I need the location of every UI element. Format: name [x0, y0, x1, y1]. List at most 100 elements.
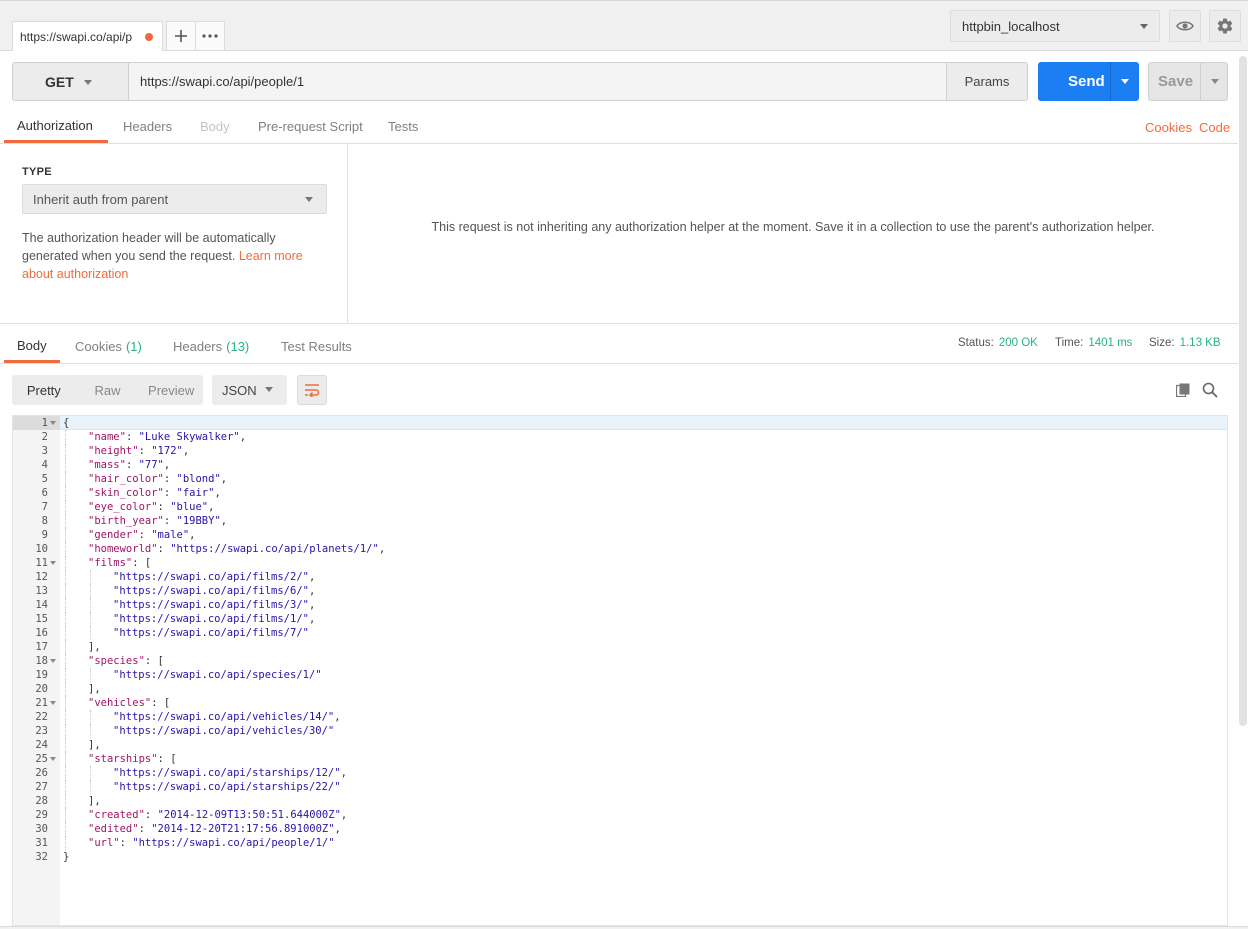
json-punctuation: , [189, 529, 196, 541]
environment-quick-look-button[interactable] [1169, 10, 1201, 42]
tab-pre-request-script[interactable]: Pre-request Script [258, 110, 363, 143]
indent-guide [65, 766, 66, 780]
line-number: 30 [35, 823, 48, 835]
new-tab-button[interactable] [167, 22, 195, 50]
view-pretty[interactable]: Pretty [12, 375, 76, 405]
indent-guide [65, 430, 66, 444]
code-line: 26 "https://swapi.co/api/starships/12/", [13, 766, 1213, 780]
json-punctuation: , [208, 501, 215, 513]
response-body-editor[interactable]: 1{2 "name": "Luke Skywalker", 3 "height": "… [12, 415, 1228, 926]
json-punctuation: : [ [132, 557, 152, 569]
json-punctuation: : [163, 473, 177, 485]
code-text: "starships": [ [88, 752, 177, 766]
json-punctuation: ], [88, 641, 101, 653]
copy-icon[interactable] [1176, 383, 1190, 397]
code-text: "name": "Luke Skywalker", [88, 430, 246, 444]
tab-response-headers[interactable]: Headers (13) [173, 330, 249, 363]
code-line: 16 "https://swapi.co/api/films/7/" [13, 626, 1213, 640]
request-tab[interactable]: https://swapi.co/api/p [12, 21, 163, 51]
indent-guide [65, 556, 66, 570]
json-string: "https://swapi.co/api/species/1/" [113, 669, 322, 681]
json-key: "birth_year" [88, 515, 164, 527]
indent-guide [65, 598, 66, 612]
code-text: "birth_year": "19BBY", [88, 514, 227, 528]
indent-guide [65, 514, 66, 528]
code-text: "https://swapi.co/api/species/1/" [113, 668, 322, 682]
json-punctuation: , [220, 515, 228, 527]
code-line: 19 "https://swapi.co/api/species/1/" [13, 668, 1213, 682]
tab-response-body[interactable]: Body [4, 330, 60, 363]
json-punctuation: : [144, 809, 158, 821]
indent-guide [65, 836, 66, 850]
method-select[interactable]: GET [12, 62, 128, 101]
json-punctuation: , [220, 473, 228, 485]
code-line: 17], [13, 640, 1213, 654]
code-line: 30 "edited": "2014-12-20T21:17:56.891000Z… [13, 822, 1213, 836]
response-size: Size: 1.13 KB [1149, 337, 1221, 349]
indent-guide [65, 528, 66, 542]
fold-arrow-icon[interactable] [50, 757, 56, 761]
view-raw[interactable]: Raw [76, 375, 140, 405]
auth-type-select[interactable]: Inherit auth from parent [22, 184, 327, 214]
fold-arrow-icon[interactable] [50, 561, 56, 565]
indent-guide [65, 612, 66, 626]
send-options-dropdown[interactable] [1110, 62, 1139, 101]
code-line: 14 "https://swapi.co/api/films/3/", [13, 598, 1213, 612]
tab-authorization[interactable]: Authorization [4, 110, 108, 143]
save-options-dropdown[interactable] [1200, 63, 1228, 100]
indent-guide [65, 444, 66, 458]
code-text: "films": [ [88, 556, 151, 570]
json-string: "https://swapi.co/api/starships/22/" [113, 781, 341, 793]
code-text: "species": [ [88, 654, 164, 668]
search-icon[interactable] [1202, 382, 1218, 398]
json-punctuation: , [340, 767, 347, 779]
send-button[interactable]: Send [1038, 62, 1139, 101]
fold-arrow-icon[interactable] [50, 659, 56, 663]
json-string: "https://swapi.co/api/films/3/" [113, 599, 309, 611]
method-label: GET [45, 73, 74, 90]
more-tabs-button[interactable] [195, 22, 224, 50]
status-value: 200 OK [998, 337, 1038, 349]
line-number: 13 [35, 585, 48, 597]
json-key: "created" [88, 809, 145, 821]
line-number: 32 [35, 851, 48, 863]
json-string: "2014-12-09T13:50:51.644000Z" [157, 809, 341, 821]
tab-headers[interactable]: Headers [123, 110, 172, 143]
view-preview[interactable]: Preview [139, 375, 203, 405]
size-value: 1.13 KB [1179, 337, 1221, 349]
tab-tests[interactable]: Tests [388, 110, 418, 143]
cookies-link[interactable]: Cookies [1145, 120, 1192, 135]
code-line: 13 "https://swapi.co/api/films/6/", [13, 584, 1213, 598]
code-line: 6 "skin_color": "fair", [13, 486, 1213, 500]
line-number: 31 [35, 837, 48, 849]
main-scrollbar[interactable] [1239, 56, 1247, 726]
code-line: 21 "vehicles": [ [13, 696, 1213, 710]
json-string: "https://swapi.co/api/vehicles/14/" [113, 711, 335, 723]
fold-arrow-icon[interactable] [50, 421, 56, 425]
code-text: ], [88, 682, 101, 696]
format-select[interactable]: JSON [212, 375, 287, 405]
code-text: "edited": "2014-12-20T21:17:56.891000Z", [88, 822, 341, 836]
json-string: "Luke Skywalker" [138, 431, 240, 443]
code-link[interactable]: Code [1199, 120, 1230, 135]
url-input[interactable] [128, 62, 947, 101]
save-button[interactable]: Save [1148, 62, 1228, 101]
json-string: "https://swapi.co/api/people/1/" [132, 837, 335, 849]
settings-button[interactable] [1209, 10, 1241, 42]
fold-arrow-icon[interactable] [50, 701, 56, 705]
environment-select[interactable]: httpbin_localhost [950, 10, 1160, 42]
json-punctuation: : [163, 487, 177, 499]
tab-body[interactable]: Body [200, 110, 230, 143]
tab-response-cookies[interactable]: Cookies (1) [75, 330, 142, 363]
params-button[interactable]: Params [946, 62, 1028, 101]
headers-count-badge: (13) [226, 339, 250, 354]
tab-test-results[interactable]: Test Results [281, 330, 352, 363]
save-label: Save [1158, 73, 1194, 90]
json-punctuation: : [163, 515, 177, 527]
wrap-lines-button[interactable] [297, 375, 327, 405]
json-string: "https://swapi.co/api/films/7/" [113, 627, 309, 639]
tab-strip: https://swapi.co/api/p httpbin_localhost [0, 0, 1248, 51]
indent-guide [90, 570, 91, 584]
code-text: "url": "https://swapi.co/api/people/1/" [88, 836, 335, 850]
json-key: "films" [88, 557, 133, 569]
